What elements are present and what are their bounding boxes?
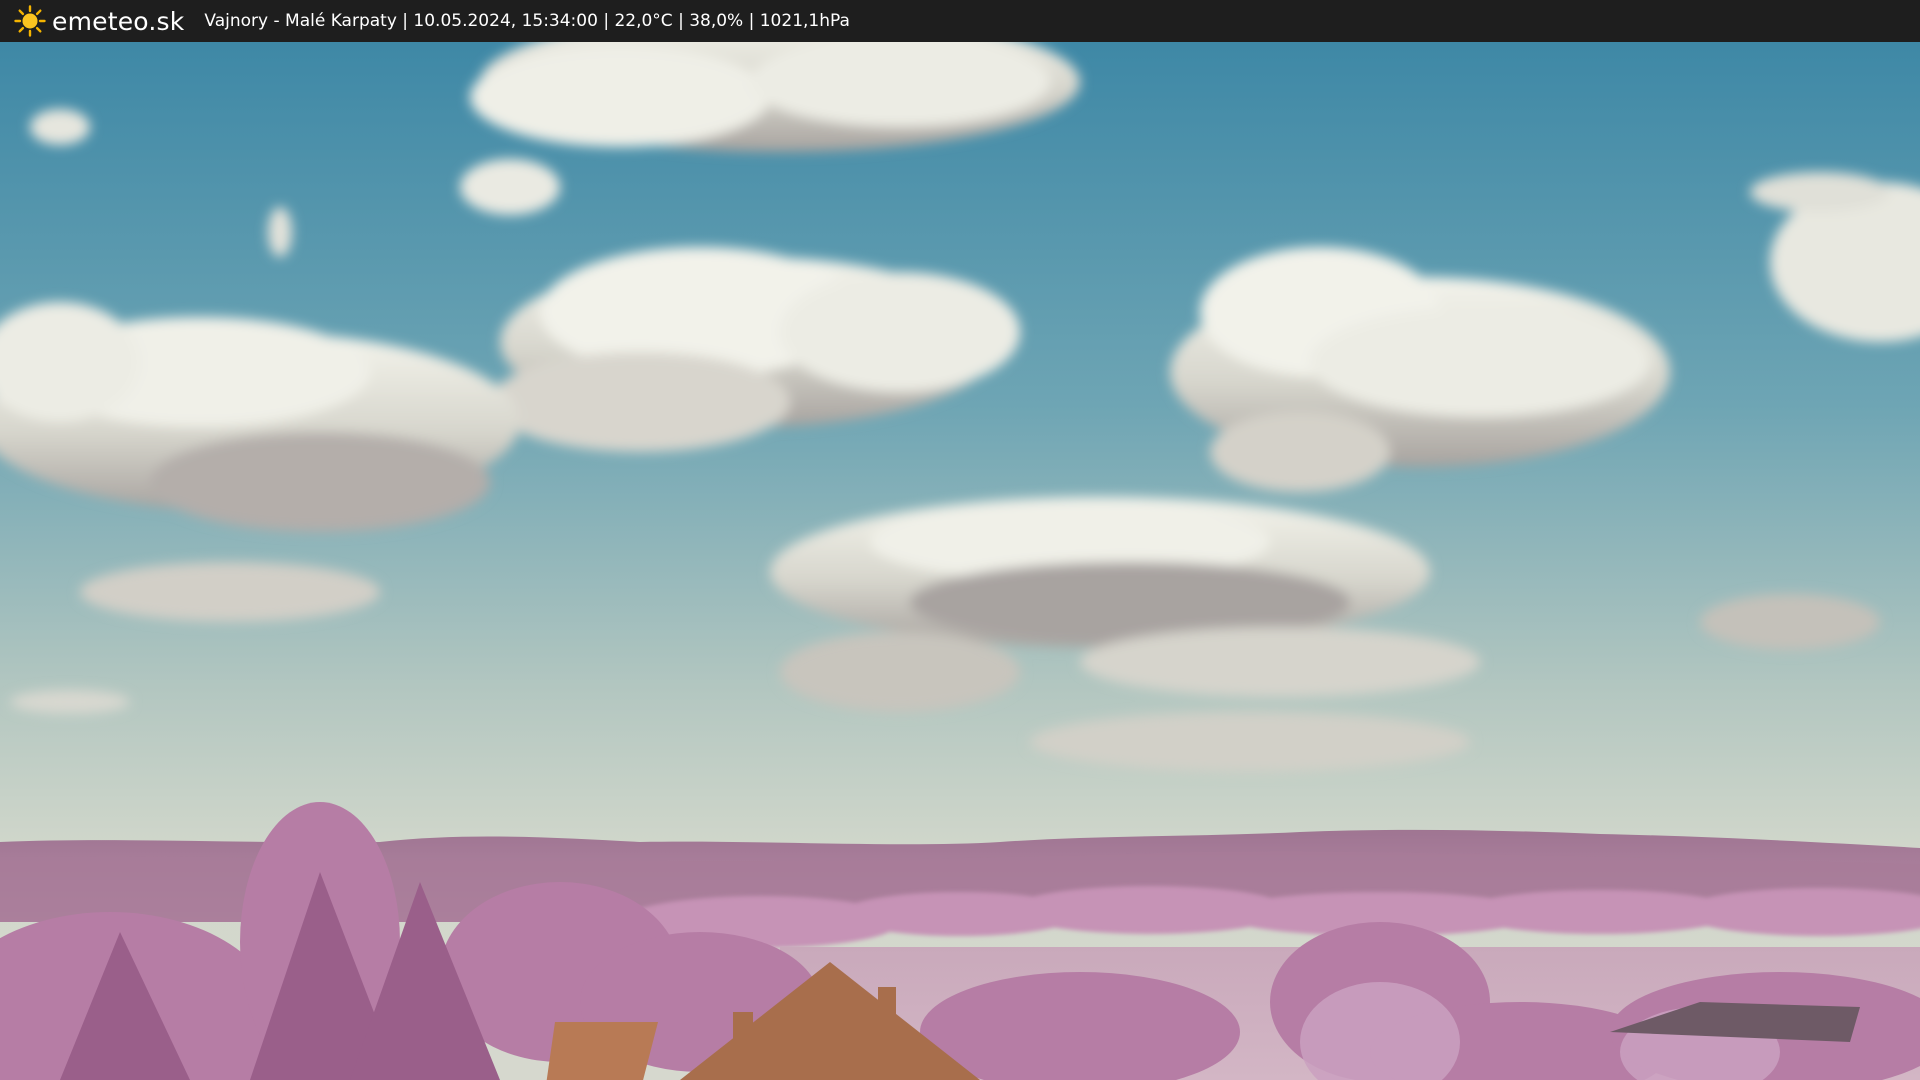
brand-name: emeteo.sk bbox=[52, 6, 185, 36]
webcam-image bbox=[0, 42, 1920, 1080]
header-bar: emeteo.sk Vajnory - Malé Karpaty | 10.05… bbox=[0, 0, 1920, 42]
brand-logo[interactable]: emeteo.sk bbox=[14, 0, 184, 42]
sun-icon bbox=[14, 5, 46, 37]
webcam-page: emeteo.sk Vajnory - Malé Karpaty | 10.05… bbox=[0, 0, 1920, 1080]
webcam-caption: Vajnory - Malé Karpaty | 10.05.2024, 15:… bbox=[204, 11, 850, 31]
